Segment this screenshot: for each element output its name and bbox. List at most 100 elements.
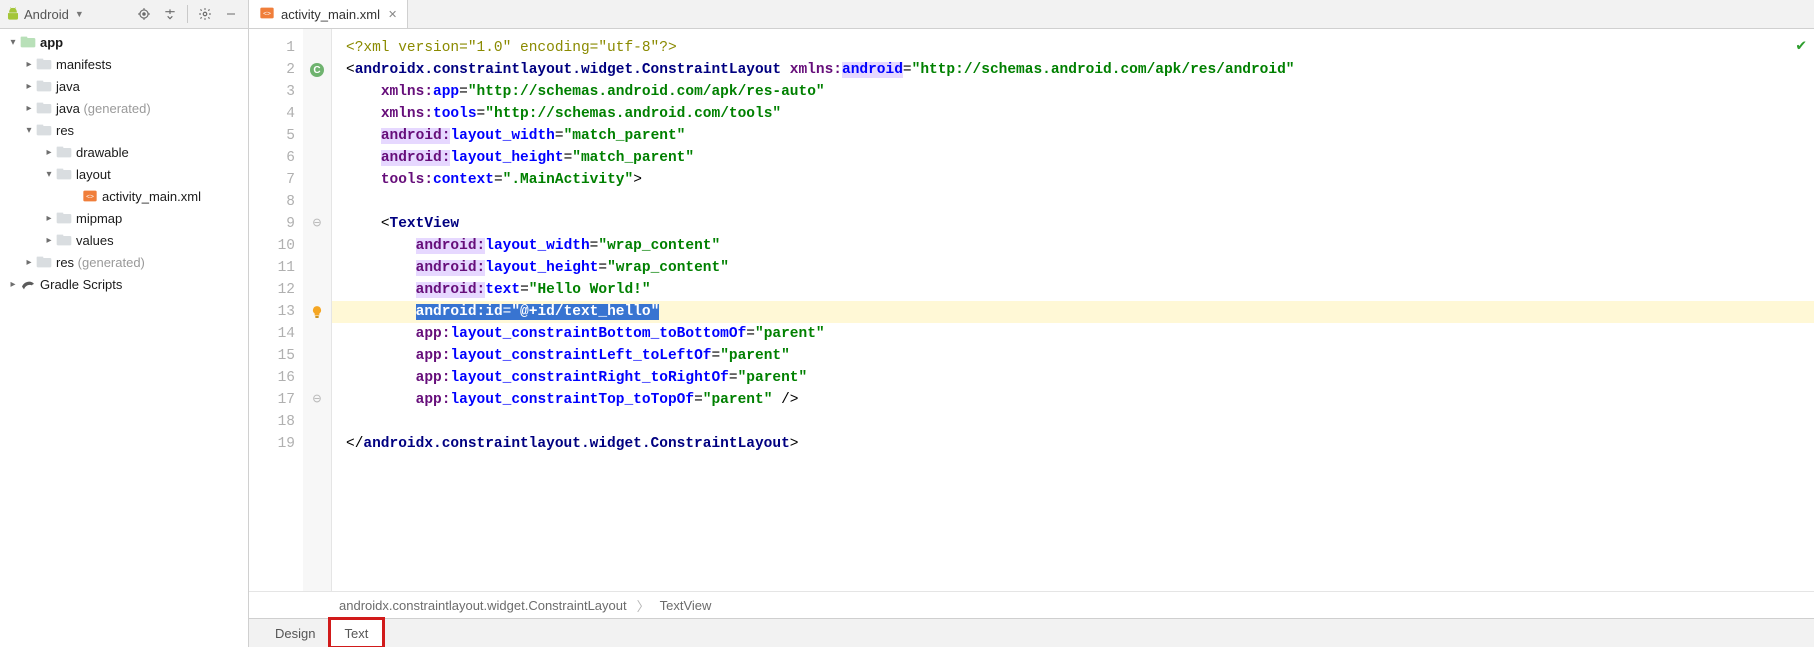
tree-node-mipmap[interactable]: ▸ mipmap [0,207,248,229]
tree-node-res-generated[interactable]: ▸ res (generated) [0,251,248,273]
fold-icon[interactable]: ⊖ [303,389,331,411]
folder-icon [36,56,52,72]
tab-label: Text [344,626,368,641]
tree-label: java (generated) [56,101,151,116]
folder-icon [56,166,72,182]
tree-label: res [56,123,74,138]
svg-text:<>: <> [86,194,94,201]
line-number: 9 [249,213,295,235]
breadcrumb-item[interactable]: TextView [660,598,712,613]
line-number: 12 [249,279,295,301]
folder-icon [36,78,52,94]
line-number: 6 [249,147,295,169]
minimize-icon[interactable] [220,3,242,25]
module-icon [20,34,36,50]
folder-icon [56,232,72,248]
tree-node-values[interactable]: ▸ values [0,229,248,251]
line-number: 18 [249,411,295,433]
layout-editor-tabs: Design Text [249,618,1814,647]
chevron-right-icon[interactable]: ▸ [6,279,20,290]
project-toolbar: Android ▼ [0,0,248,29]
chevron-down-icon[interactable]: ▼ [75,9,88,19]
xml-file-icon: <> [259,6,275,23]
editor-panel: <> activity_main.xml ✕ ✔ 123456789101112… [249,0,1814,647]
tree-node-activity-main[interactable]: <> activity_main.xml [0,185,248,207]
editor-tab-label: activity_main.xml [281,7,380,22]
tree-node-layout[interactable]: ▾ layout [0,163,248,185]
project-tree[interactable]: ▾ app ▸ manifests ▸ java [0,29,248,647]
line-number: 3 [249,81,295,103]
line-number: 11 [249,257,295,279]
chevron-right-icon: 〉 [637,596,650,615]
line-number: 13 [249,301,295,323]
xml-file-icon: <> [82,188,98,204]
chevron-right-icon[interactable]: ▸ [42,235,56,246]
tree-node-app[interactable]: ▾ app [0,31,248,53]
breadcrumb[interactable]: androidx.constraintlayout.widget.Constra… [249,591,1814,618]
fold-icon[interactable]: ⊖ [303,213,331,235]
chevron-down-icon[interactable]: ▾ [22,125,36,136]
collapse-icon[interactable] [159,3,181,25]
tree-node-manifests[interactable]: ▸ manifests [0,53,248,75]
line-number: 8 [249,191,295,213]
bulb-icon[interactable] [303,301,331,323]
tab-design[interactable]: Design [261,619,330,647]
folder-icon [36,100,52,116]
chevron-down-icon[interactable]: ▾ [42,169,56,180]
tree-node-java-generated[interactable]: ▸ java (generated) [0,97,248,119]
chevron-right-icon[interactable]: ▸ [42,147,56,158]
chevron-down-icon[interactable]: ▾ [6,37,20,48]
separator [187,5,188,23]
code-text: <?xml version="1.0" encoding="utf-8"?> [346,40,677,56]
gear-icon[interactable] [194,3,216,25]
chevron-right-icon[interactable]: ▸ [42,213,56,224]
chevron-right-icon[interactable]: ▸ [22,59,36,70]
tree-node-java[interactable]: ▸ java [0,75,248,97]
close-icon[interactable]: ✕ [386,8,397,21]
line-number: 2 [249,59,295,81]
target-icon[interactable] [133,3,155,25]
tree-label: mipmap [76,211,122,226]
svg-text:<>: <> [263,10,271,17]
tree-label: java [56,79,80,94]
folder-icon [36,254,52,270]
line-number: 10 [249,235,295,257]
tree-node-drawable[interactable]: ▸ drawable [0,141,248,163]
tree-label: manifests [56,57,112,72]
tree-node-gradle-scripts[interactable]: ▸ Gradle Scripts [0,273,248,295]
chevron-right-icon[interactable]: ▸ [22,103,36,114]
project-view-label[interactable]: Android [24,7,69,22]
chevron-right-icon[interactable]: ▸ [22,257,36,268]
analysis-ok-icon: ✔ [1796,35,1806,57]
line-number: 19 [249,433,295,455]
chevron-right-icon[interactable]: ▸ [22,81,36,92]
line-number: 1 [249,37,295,59]
code-editor[interactable]: ✔ 12345678910111213141516171819 C ⊖ ⊖ [249,29,1814,591]
class-gutter-icon[interactable]: C [303,59,331,81]
folder-icon [36,122,52,138]
line-number: 7 [249,169,295,191]
tree-label: layout [76,167,111,182]
folder-icon [56,144,72,160]
line-number: 4 [249,103,295,125]
editor-tab-activity-main[interactable]: <> activity_main.xml ✕ [249,0,408,28]
tab-label: Design [275,626,315,641]
tab-text[interactable]: Text [330,619,383,647]
line-number: 17 [249,389,295,411]
breadcrumb-item[interactable]: androidx.constraintlayout.widget.Constra… [339,598,627,613]
line-number-gutter: 12345678910111213141516171819 [249,29,303,591]
code-area[interactable]: <?xml version="1.0" encoding="utf-8"?> <… [332,29,1814,591]
tree-label: drawable [76,145,129,160]
tree-node-res[interactable]: ▾ res [0,119,248,141]
folder-icon [56,210,72,226]
android-icon [6,7,20,21]
gutter-icons: C ⊖ ⊖ [303,29,332,591]
line-number: 15 [249,345,295,367]
tree-label: values [76,233,114,248]
tree-label: activity_main.xml [102,189,201,204]
tree-label: Gradle Scripts [40,277,122,292]
tree-label: res (generated) [56,255,145,270]
line-number: 16 [249,367,295,389]
tree-label: app [40,35,63,50]
line-number: 14 [249,323,295,345]
